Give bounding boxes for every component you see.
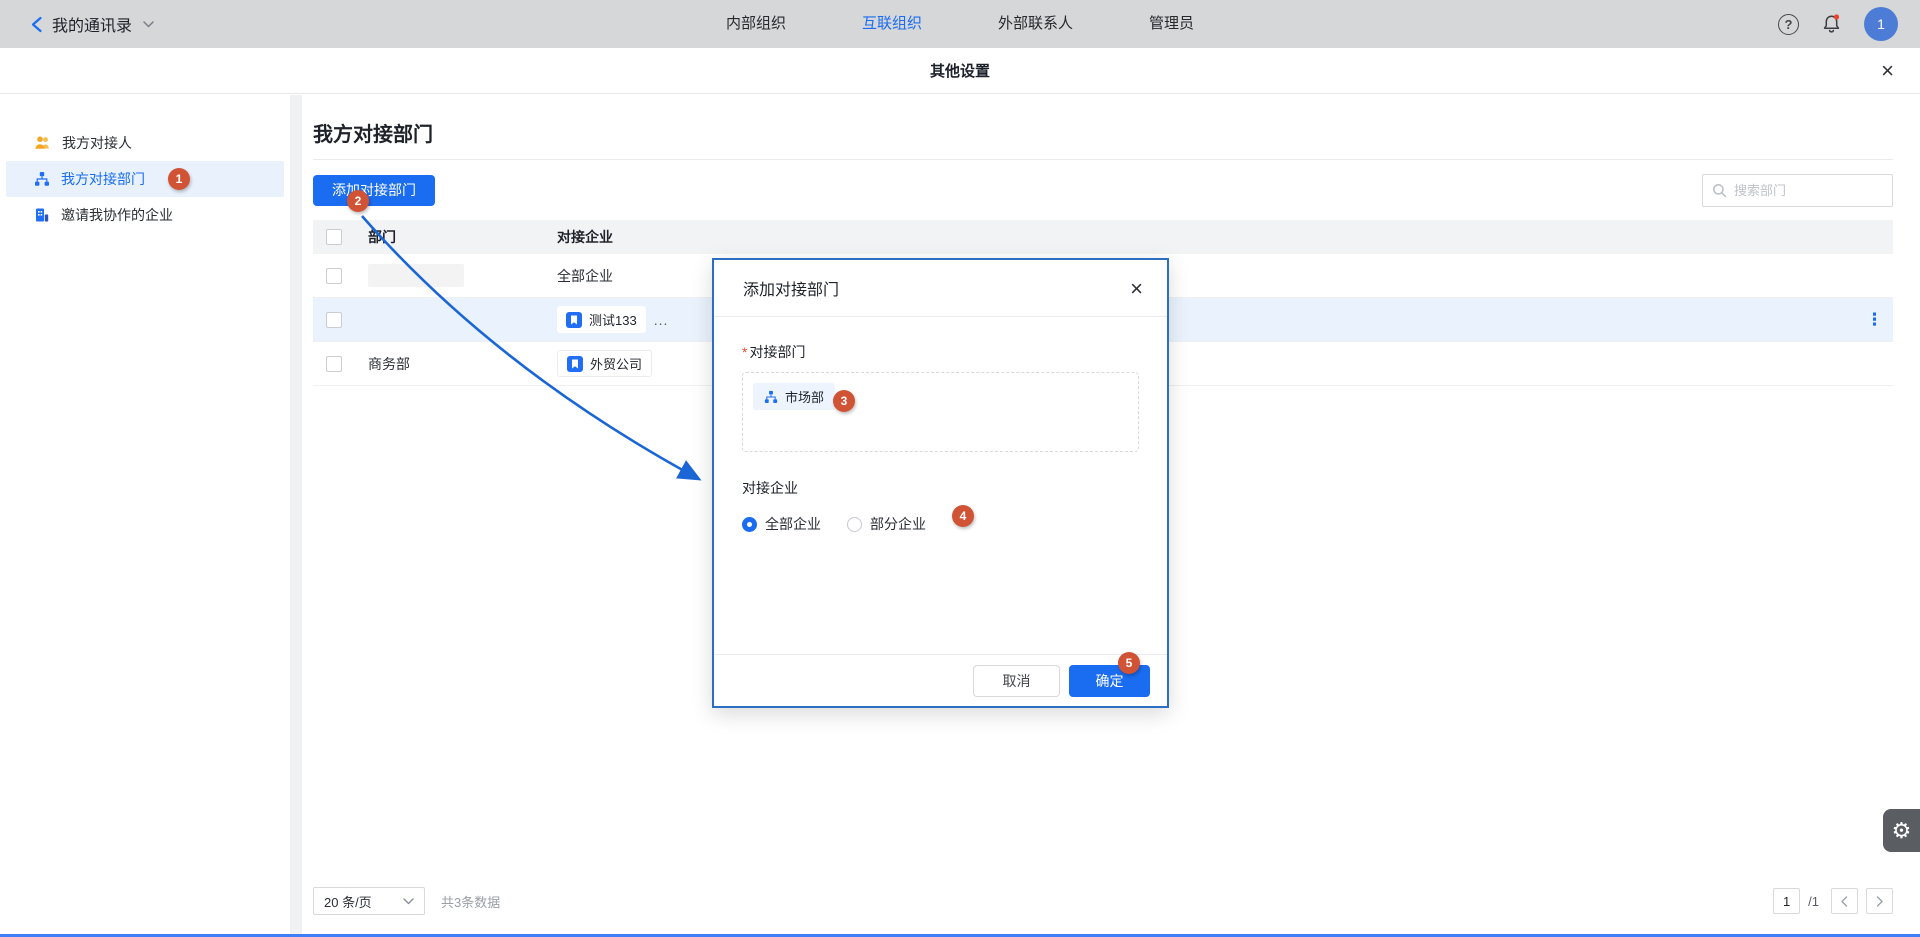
notification-bell-icon[interactable]: [1821, 13, 1842, 35]
annotation-badge-4: 4: [952, 505, 974, 527]
app-title: 我的通讯录: [52, 12, 132, 36]
modal-header: 添加对接部门 ×: [714, 260, 1167, 317]
sidebar-main-divider: [290, 95, 302, 934]
radio-all-companies[interactable]: 全部企业: [742, 514, 821, 534]
company-icon: [34, 207, 50, 223]
row-kebab-menu-icon[interactable]: ⋮: [1860, 310, 1889, 330]
sidebar-item-label: 我方对接部门: [61, 169, 145, 189]
table-header-row: 部门 对接企业: [313, 220, 1893, 254]
total-count-text: 共3条数据: [441, 892, 500, 911]
help-icon[interactable]: ?: [1778, 14, 1799, 35]
avatar[interactable]: 1: [1864, 7, 1898, 41]
required-asterisk: *: [742, 344, 747, 360]
toolbar: 添加对接部门: [313, 174, 1893, 206]
row-checkbox[interactable]: [326, 356, 342, 372]
settings-sidebar: 我方对接人 我方对接部门 1 邀请我协作的企业: [0, 95, 290, 934]
title-divider: [313, 159, 1893, 160]
sidebar-item-label: 邀请我协作的企业: [61, 205, 173, 225]
page-size-select[interactable]: 20 条/页: [313, 887, 425, 915]
dept-cell-text: 商务部: [368, 354, 410, 374]
sheet-title: 其他设置: [930, 60, 990, 81]
search-department-box[interactable]: [1702, 174, 1893, 207]
annotation-badge-5: 5: [1118, 652, 1140, 674]
main-nav: 内部组织 互联组织 外部联系人 管理员: [726, 0, 1194, 48]
column-header-dept: 部门: [353, 227, 543, 247]
sidebar-item-our-departments[interactable]: 我方对接部门 1: [6, 161, 284, 197]
radio-label: 全部企业: [765, 514, 821, 534]
sheet-close-icon[interactable]: ×: [1881, 48, 1894, 94]
top-bar: 我的通讯录 内部组织 互联组织 外部联系人 管理员 ? 1: [0, 0, 1920, 48]
sidebar-item-label: 我方对接人: [62, 133, 132, 153]
more-companies-ellipsis[interactable]: ...: [654, 312, 669, 328]
next-page-button[interactable]: [1866, 888, 1893, 914]
pager-controls: 1 /1: [1773, 888, 1893, 914]
people-icon: [34, 135, 51, 151]
chevron-right-icon: [1876, 896, 1883, 907]
modal-footer: 取消 确定: [714, 654, 1167, 706]
company-scope-radios: 全部企业 部分企业: [742, 514, 1139, 534]
search-input[interactable]: [1734, 183, 1883, 198]
nav-internal-org[interactable]: 内部组织: [726, 0, 786, 48]
settings-gear-button[interactable]: ⚙: [1883, 809, 1920, 852]
total-pages-text: /1: [1808, 894, 1819, 909]
sidebar-item-inviting-companies[interactable]: 邀请我协作的企业: [6, 197, 284, 233]
row-checkbox[interactable]: [326, 312, 342, 328]
current-page-box[interactable]: 1: [1773, 888, 1800, 914]
chevron-down-icon[interactable]: [143, 21, 154, 28]
annotation-badge-3: 3: [833, 390, 855, 412]
add-department-modal: 添加对接部门 × *对接部门 市场部 对接企业 全部企业: [712, 258, 1169, 708]
back-nav[interactable]: 我的通讯录: [30, 12, 154, 36]
nav-admin[interactable]: 管理员: [1149, 0, 1194, 48]
dept-picker-area[interactable]: 市场部: [742, 372, 1139, 452]
select-all-checkbox[interactable]: [326, 229, 342, 245]
sidebar-item-our-contacts[interactable]: 我方对接人: [6, 125, 284, 161]
dept-field-label: *对接部门: [742, 342, 1139, 362]
org-tree-icon: [764, 390, 778, 404]
cancel-button[interactable]: 取消: [973, 665, 1060, 697]
bookmark-icon: [566, 312, 582, 328]
add-department-button[interactable]: 添加对接部门: [313, 175, 435, 206]
company-tag[interactable]: 外贸公司: [557, 350, 652, 377]
page-title: 我方对接部门: [313, 95, 1893, 147]
back-icon[interactable]: [30, 16, 43, 33]
nav-external-contacts[interactable]: 外部联系人: [998, 0, 1073, 48]
radio-checked-icon[interactable]: [742, 517, 757, 532]
radio-unchecked-icon[interactable]: [847, 517, 862, 532]
notification-dot: [1834, 14, 1839, 19]
org-tree-icon: [34, 171, 50, 187]
selected-dept-label: 市场部: [785, 387, 824, 406]
company-tag[interactable]: 测试133: [557, 306, 646, 333]
company-tag-label: 测试133: [589, 310, 637, 329]
gear-icon: ⚙: [1892, 818, 1912, 844]
chevron-down-icon: [403, 898, 414, 905]
search-icon: [1712, 183, 1727, 198]
settings-sheet-header: 其他设置 ×: [0, 48, 1920, 94]
company-field-label: 对接企业: [742, 478, 1139, 498]
chevron-left-icon: [1841, 896, 1848, 907]
modal-close-icon[interactable]: ×: [1130, 260, 1143, 317]
prev-page-button[interactable]: [1831, 888, 1858, 914]
pagination-bar: 20 条/页 共3条数据 1 /1: [313, 887, 1893, 915]
redacted-dept-name: [368, 264, 464, 287]
modal-title: 添加对接部门: [743, 276, 839, 300]
bookmark-icon: [567, 356, 583, 372]
annotation-badge-2: 2: [347, 190, 369, 212]
radio-partial-companies[interactable]: 部分企业: [847, 514, 926, 534]
company-cell-text: 全部企业: [557, 266, 613, 286]
page-size-value: 20 条/页: [324, 892, 372, 911]
column-header-company: 对接企业: [543, 227, 1893, 247]
selected-dept-chip[interactable]: 市场部: [753, 383, 835, 410]
topbar-actions: ? 1: [1778, 0, 1898, 48]
row-checkbox[interactable]: [326, 268, 342, 284]
company-tag-label: 外贸公司: [590, 354, 642, 373]
radio-label: 部分企业: [870, 514, 926, 534]
nav-connected-org[interactable]: 互联组织: [862, 0, 922, 48]
annotation-badge-1: 1: [168, 168, 190, 190]
